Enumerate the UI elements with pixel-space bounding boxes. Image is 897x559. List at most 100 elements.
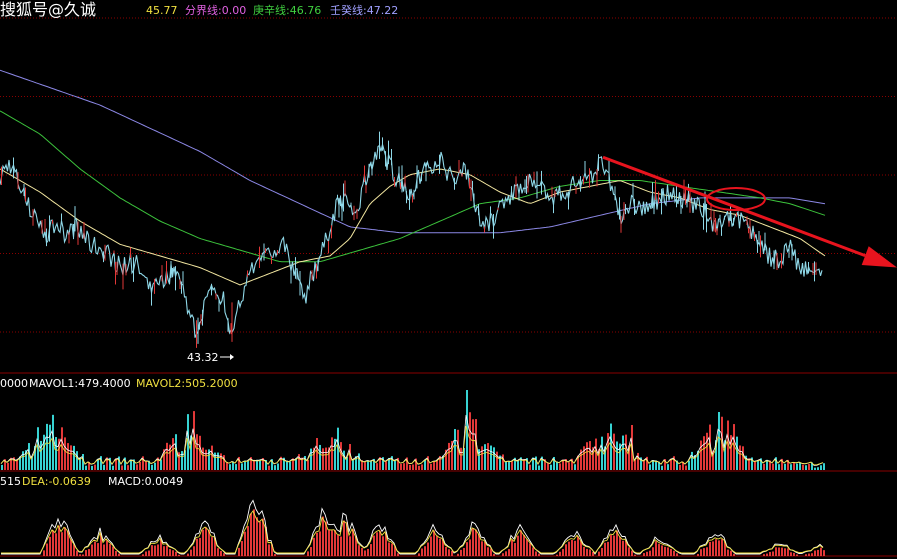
- low-price-label: 43.32: [187, 351, 219, 364]
- volume-bar: [613, 433, 615, 470]
- macd-bar: [190, 549, 192, 556]
- macd-bar: [658, 543, 660, 556]
- volume-bar: [7, 462, 9, 470]
- macd-bar: [535, 551, 537, 556]
- macd-bar: [379, 530, 381, 556]
- mavol1-label: MAVOL1:479.4000: [29, 377, 131, 390]
- macd-bar: [319, 531, 321, 556]
- macd-bar: [565, 544, 567, 556]
- macd-bar: [652, 547, 654, 556]
- macd-bar: [529, 543, 531, 556]
- macd-bar: [445, 546, 447, 556]
- volume-bar: [49, 424, 51, 470]
- volume-bar: [625, 434, 627, 470]
- volume-bar: [307, 459, 309, 470]
- volume-bar: [799, 462, 801, 470]
- volume-bar: [661, 465, 663, 470]
- macd-bar: [217, 548, 219, 556]
- volume-bar: [289, 461, 291, 470]
- macd-bar: [667, 547, 669, 556]
- volume-bar: [817, 467, 819, 470]
- macd-bar: [664, 546, 666, 556]
- macd-bar: [526, 539, 528, 556]
- macd-bar: [421, 548, 423, 556]
- macd-bar: [718, 540, 720, 556]
- macd-bar: [166, 545, 168, 556]
- macd-bar: [361, 547, 363, 556]
- volume-bar: [247, 460, 249, 470]
- macd-bar: [604, 542, 606, 556]
- volume-bar: [172, 438, 174, 470]
- macd-bar: [382, 536, 384, 556]
- macd-bar: [349, 536, 351, 556]
- volume-bar: [412, 464, 414, 470]
- volume-bar: [790, 464, 792, 470]
- macd-bar: [820, 547, 822, 556]
- volume-bar: [823, 463, 825, 470]
- volume-bar: [151, 464, 153, 470]
- macd-bar: [643, 553, 645, 556]
- macd-bar: [805, 554, 807, 556]
- volume-bar: [436, 460, 438, 470]
- volume-bar: [793, 462, 795, 470]
- volume-bar: [667, 464, 669, 470]
- macd-bar: [649, 550, 651, 556]
- volume-bar: [259, 459, 261, 470]
- macd-bar: [103, 544, 105, 556]
- macd-bar: [424, 546, 426, 556]
- macd-bar: [247, 526, 249, 556]
- macd-bar: [781, 547, 783, 556]
- volume-bar: [493, 447, 495, 470]
- macd-bar: [43, 550, 45, 556]
- macd-bar: [559, 551, 561, 556]
- volume-bar: [226, 462, 228, 470]
- macd-bar: [238, 547, 240, 556]
- volume-bar: [241, 463, 243, 470]
- macd-bar: [391, 543, 393, 556]
- volume-bar: [784, 463, 786, 470]
- macd-bar: [583, 546, 585, 556]
- macd-bar: [613, 535, 615, 556]
- macd-bar: [187, 553, 189, 556]
- volume-bar: [511, 461, 513, 470]
- macd-bar: [433, 530, 435, 556]
- macd-bar: [250, 513, 252, 556]
- macd-bar: [331, 530, 333, 556]
- volume-bar: [739, 445, 741, 470]
- stock-chart: 43.32 搜狐号@久诚 45.77 分界线:0.00 庚辛线:46.76 壬癸…: [0, 0, 897, 559]
- volume-bar: [484, 444, 486, 470]
- volume-bar: [160, 459, 162, 470]
- volume-bar: [490, 445, 492, 470]
- macd-bar: [823, 550, 825, 556]
- volume-bar: [70, 445, 72, 470]
- header-line4-label: 壬癸线:47.22: [330, 3, 398, 17]
- volume-bar: [400, 463, 402, 470]
- macd-bar: [448, 549, 450, 556]
- volume-bar: [643, 460, 645, 470]
- volume-bar: [454, 429, 456, 470]
- macd-bar: [106, 540, 108, 556]
- volume-bar: [358, 453, 360, 470]
- macd-bar: [661, 545, 663, 556]
- macd-bar: [601, 547, 603, 556]
- volume-bar: [145, 460, 147, 470]
- volume-bar: [154, 462, 156, 470]
- volume-bar: [706, 432, 708, 470]
- macd-bar: [721, 539, 723, 556]
- macd-bar: [505, 551, 507, 556]
- volume-bar: [517, 460, 519, 470]
- macd-bar: [202, 529, 204, 556]
- volume-bar: [274, 465, 276, 470]
- volume-bar: [688, 460, 690, 470]
- macd-bar: [256, 517, 258, 556]
- macd-bar: [514, 542, 516, 556]
- volume-bar: [679, 464, 681, 470]
- macd-bar: [487, 547, 489, 556]
- volume-bar: [529, 464, 531, 470]
- macd-bar: [457, 553, 459, 556]
- header-line1-value: 45.77: [146, 4, 178, 17]
- volume-bar: [430, 463, 432, 470]
- macd-bar: [313, 537, 315, 556]
- volume-bar: [556, 461, 558, 470]
- macd-bar: [91, 544, 93, 556]
